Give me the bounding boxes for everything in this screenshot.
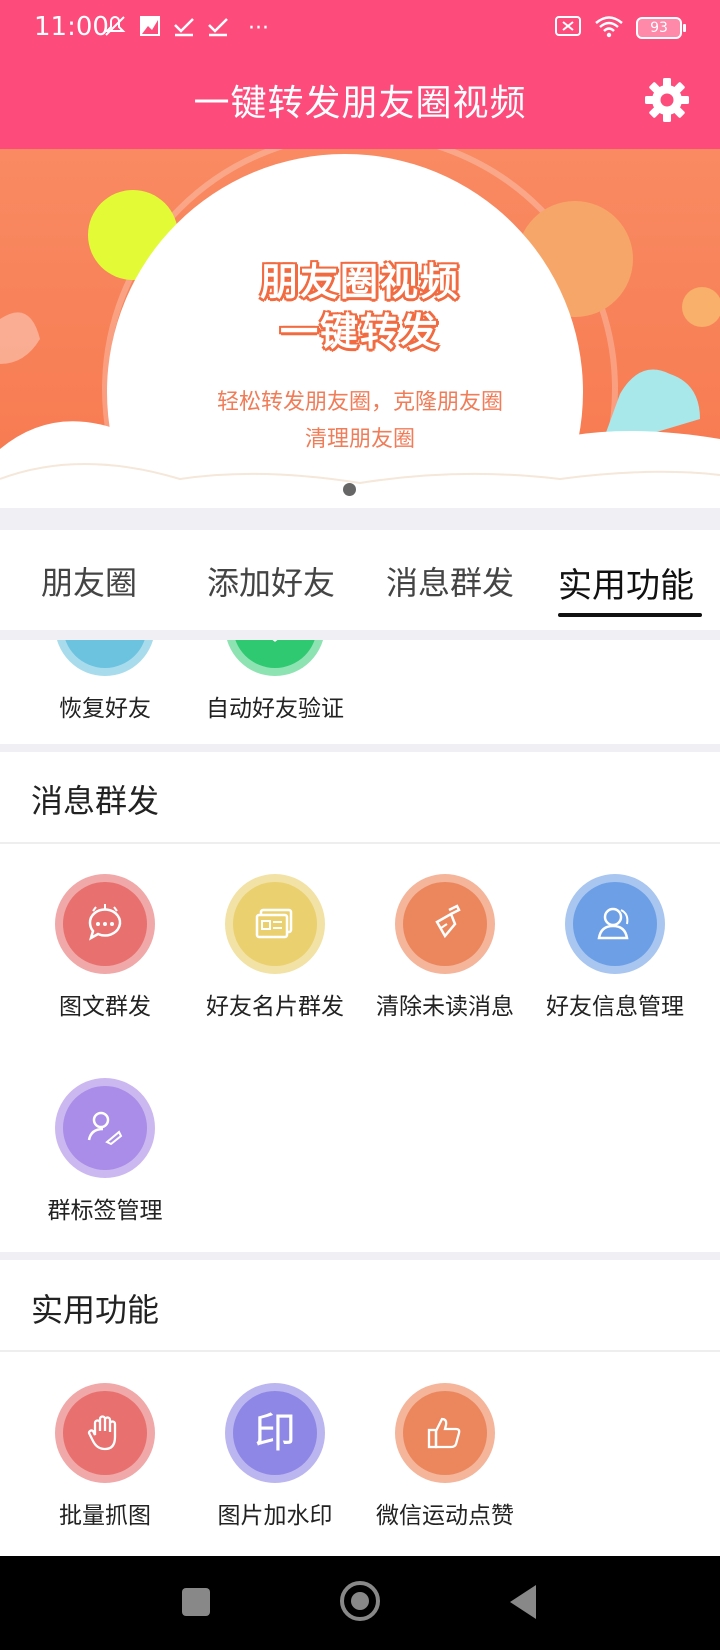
status-bar: 11:00 ··· 93 (0, 0, 720, 56)
friend-info-label: 好友信息管理 (546, 994, 684, 1020)
message-section-title: 消息群发 (31, 782, 160, 820)
wifi-icon (594, 14, 624, 42)
status-time: 11:00 (34, 12, 109, 42)
section-divider (0, 842, 720, 844)
promo-banner[interactable]: 朋友圈视频 一键转发 轻松转发朋友圈，克隆朋友圈 清理朋友圈 (0, 149, 720, 508)
shield-check-icon (225, 640, 325, 676)
more-notifications: ··· (248, 15, 269, 41)
mute-icon (102, 13, 128, 43)
tab-bar: 朋友圈 添加好友 消息群发 实用功能 (0, 530, 720, 630)
tab-add-friends[interactable]: 添加好友 (207, 558, 335, 604)
broom-icon (395, 874, 495, 974)
banner-subtitle-line1: 轻松转发朋友圈，克隆朋友圈 (216, 390, 503, 415)
notification-icons: ··· (102, 12, 269, 44)
group-tag-label: 群标签管理 (47, 1198, 163, 1224)
home-button[interactable] (340, 1581, 380, 1621)
carousel-indicator (343, 483, 356, 496)
tab-mass-message[interactable]: 消息群发 (386, 558, 514, 604)
clear-unread-label: 清除未读消息 (376, 994, 514, 1020)
tools-section-title: 实用功能 (31, 1291, 160, 1329)
download-done-icon (172, 14, 196, 42)
restore-friend-label: 恢复好友 (59, 696, 151, 722)
active-tab-indicator (558, 613, 702, 617)
batch-grab-label: 批量抓图 (59, 1503, 151, 1529)
auto-verify-label: 自动好友验证 (206, 696, 344, 722)
watermark-label: 图片加水印 (217, 1503, 333, 1529)
download-done-icon-2 (206, 14, 230, 42)
tab-utilities[interactable]: 实用功能 (558, 558, 694, 607)
user-icon (565, 874, 665, 974)
banner-headline: 朋友圈视频 一键转发 (0, 257, 720, 357)
status-right: 93 (554, 12, 686, 44)
section-divider-2 (0, 1350, 720, 1352)
page-title: 一键转发朋友圈视频 (193, 83, 527, 124)
user-tag-icon (55, 1078, 155, 1178)
sport-like-label: 微信运动点赞 (376, 1503, 514, 1529)
banner-headline-line1: 朋友圈视频 (259, 260, 460, 304)
banner-headline-line2: 一键转发 (279, 310, 440, 354)
no-sim-icon (554, 14, 582, 42)
recents-button[interactable] (182, 1588, 210, 1616)
image-icon (138, 14, 162, 42)
hand-icon (55, 1383, 155, 1483)
thumbs-up-icon (395, 1383, 495, 1483)
image-text-broadcast-label: 图文群发 (59, 994, 151, 1020)
settings-gear-icon[interactable] (643, 76, 691, 124)
message-section: 消息群发 图文群发 好友名片群发 清除未读消息 好友信息管理 群标签管理 (0, 752, 720, 1252)
card-icon (225, 874, 325, 974)
system-nav-bar (0, 1556, 720, 1650)
app-header: 11:00 ··· 93 一键转发朋友圈视频 (0, 0, 720, 149)
card-broadcast-label: 好友名片群发 (206, 994, 344, 1020)
banner-subtitle-line2: 清理朋友圈 (304, 427, 415, 452)
stamp-icon: 印 (225, 1383, 325, 1483)
back-button[interactable] (510, 1585, 536, 1619)
banner-subtitle: 轻松转发朋友圈，克隆朋友圈 清理朋友圈 (0, 384, 720, 458)
tools-section: 实用功能 批量抓图 印 图片加水印 微信运动点赞 (0, 1260, 720, 1556)
battery-indicator: 93 (636, 17, 686, 39)
chat-bubble-icon (55, 874, 155, 974)
partial-section: 恢复好友 自动好友验证 (0, 640, 720, 744)
stamp-glyph: 印 (253, 1408, 296, 1457)
restore-friend-icon (55, 640, 155, 676)
tab-moments[interactable]: 朋友圈 (41, 558, 137, 604)
